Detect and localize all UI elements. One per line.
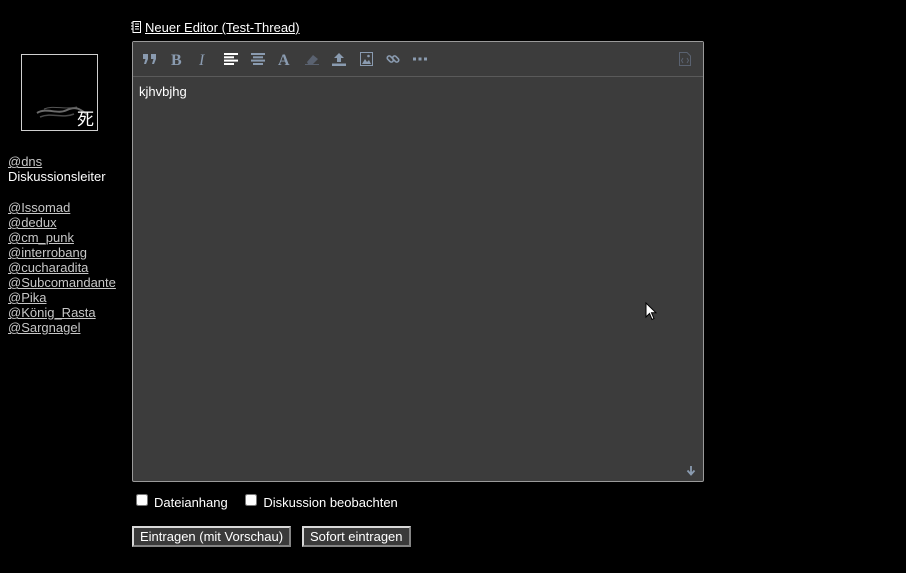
image-icon — [359, 52, 373, 66]
more-icon — [413, 57, 427, 61]
upload-icon — [332, 52, 346, 66]
eraser-icon — [305, 55, 319, 65]
align-left-icon — [224, 53, 238, 65]
upload-button[interactable] — [330, 50, 348, 68]
editor-content-area[interactable]: kjhvbjhg — [139, 84, 697, 461]
thread-title-link[interactable]: Neuer Editor (Test-Thread) — [145, 20, 300, 35]
submit-with-preview-button[interactable]: Eintragen (mit Vorschau) — [132, 526, 292, 547]
eraser-button[interactable] — [303, 50, 321, 68]
more-button[interactable] — [411, 50, 429, 68]
attachment-option[interactable]: Dateianhang — [136, 494, 231, 510]
font-button[interactable]: A — [276, 50, 294, 68]
bold-icon: B — [171, 52, 182, 66]
svg-text:A: A — [278, 52, 290, 66]
mention-link[interactable]: @Sargnagel — [8, 320, 116, 335]
thread-title: Neuer Editor (Test-Thread) — [131, 20, 300, 36]
mention-link[interactable]: @König_Rasta — [8, 305, 116, 320]
mention-link[interactable]: @Pika — [8, 290, 116, 305]
svg-text:I: I — [198, 52, 205, 66]
mention-link[interactable]: @dedux — [8, 215, 116, 230]
svg-text:B: B — [171, 52, 182, 66]
quote-icon — [143, 54, 156, 64]
mention-link[interactable]: @cucharadita — [8, 260, 116, 275]
watch-option[interactable]: Diskussion beobachten — [245, 494, 398, 510]
author-link[interactable]: @dns — [8, 154, 42, 169]
attachment-checkbox[interactable] — [136, 494, 148, 506]
link-button[interactable] — [384, 50, 402, 68]
italic-icon: I — [198, 52, 205, 66]
resize-down-icon[interactable] — [685, 465, 697, 477]
author-block: @dns Diskussionsleiter — [8, 154, 106, 184]
avatar[interactable]: 死 — [21, 54, 98, 131]
watch-label: Diskussion beobachten — [263, 495, 398, 510]
mention-link[interactable]: @Issomad — [8, 200, 116, 215]
document-icon — [131, 21, 141, 33]
align-left-button[interactable] — [222, 50, 240, 68]
source-icon — [679, 52, 691, 66]
mention-link[interactable]: @Subcomandante — [8, 275, 116, 290]
source-button[interactable] — [676, 50, 694, 68]
editor-text: kjhvbjhg — [139, 84, 187, 99]
attachment-label: Dateianhang — [154, 495, 228, 510]
avatar-glyph: 死 — [77, 110, 94, 130]
mention-link[interactable]: @interrobang — [8, 245, 116, 260]
bold-button[interactable]: B — [168, 50, 186, 68]
mention-link[interactable]: @cm_punk — [8, 230, 116, 245]
italic-button[interactable]: I — [195, 50, 213, 68]
post-options: Dateianhang Diskussion beobachten — [136, 494, 412, 512]
mention-list: @Issomad @dedux @cm_punk @interrobang @c… — [8, 200, 116, 335]
link-icon — [386, 55, 400, 63]
submit-now-button[interactable]: Sofort eintragen — [302, 526, 411, 547]
editor-toolbar: B I A — [133, 42, 703, 77]
quote-button[interactable] — [141, 50, 159, 68]
align-center-icon — [251, 53, 265, 65]
align-center-button[interactable] — [249, 50, 267, 68]
avatar-image: 死 — [22, 55, 97, 130]
watch-checkbox[interactable] — [245, 494, 258, 506]
author-role: Diskussionsleiter — [8, 169, 106, 184]
font-icon: A — [278, 52, 290, 66]
rich-text-editor: B I A kjhvbjhg — [132, 41, 704, 482]
image-button[interactable] — [357, 50, 375, 68]
